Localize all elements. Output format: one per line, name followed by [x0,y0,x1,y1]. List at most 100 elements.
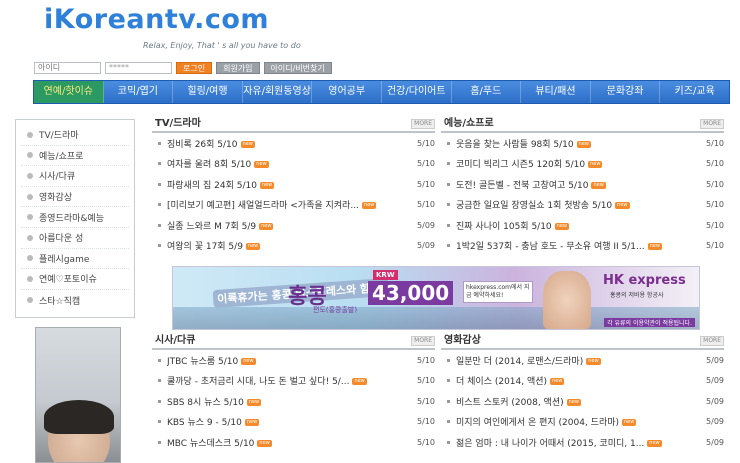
username-input[interactable] [34,61,101,74]
item-title[interactable]: 더 체이스 (2014, 액션) [456,377,547,387]
sidebar-item-tv[interactable]: TV/드라마 [21,125,129,146]
sidebar-item-ended[interactable]: 종영드라마&예능 [21,207,129,228]
item-title[interactable]: MBC 뉴스데스크 5/10 [167,439,254,449]
list-item[interactable]: 미지의 여인에게서 온 편지 (2004, 드라마) new 5/09 [441,412,724,433]
section-title[interactable]: 영화감상 [441,331,481,346]
item-title[interactable]: [미리보기 예고편] 새얼얼드라마 <가족을 지켜라... [167,201,359,211]
find-account-button[interactable]: 아이디/비번찾기 [263,61,332,74]
list-item[interactable]: 젊은 엄마 : 내 나이가 어때서 (2015, 코미디, 1... new 5/0… [441,432,724,453]
item-date: 5/10 [417,355,435,365]
bullet-icon [158,203,161,207]
ad-banner[interactable]: 이륙휴가는 홍콩 익스프레스와 함께! 홍콩 편도(홍콩출발) KRW 43,0… [172,266,700,330]
bullet-icon [447,162,450,166]
item-title[interactable]: 궁금한 일요일 장영실쇼 1회 첫방송 5/10 [456,201,612,211]
nav-item-comic[interactable]: 코믹/엽기 [104,81,174,103]
item-date: 5/10 [417,200,435,210]
bullet-icon [158,379,161,383]
sidebar-item-movie[interactable]: 영화감상 [21,187,129,208]
item-title[interactable]: 웃음을 찾는 사람들 98회 5/10 [456,140,574,150]
item-date: 5/10 [417,417,435,427]
login-button[interactable]: 로그인 [176,61,213,74]
item-title[interactable]: 젊은 엄마 : 내 나이가 어때서 (2015, 코미디, 1... [456,439,644,449]
list-item[interactable]: 실종 느와르 M 7회 5/9 new 5/09 [152,215,435,236]
item-title[interactable]: 쿨까당 - 초저금리 시대, 나도 돈 벌고 싶다! 5/... [167,377,349,387]
list-item[interactable]: SBS 8시 뉴스 5/10 new 5/10 [152,391,435,412]
list-item[interactable]: 쿨까당 - 초저금리 시대, 나도 돈 벌고 싶다! 5/... new 5/10 [152,371,435,392]
site-logo[interactable]: iKoreantv.com [44,4,269,35]
nav-item-culture[interactable]: 문화강좌 [591,81,661,103]
item-date: 5/10 [706,200,724,210]
list-item[interactable]: 진짜 사나이 105회 5/10 new 5/10 [441,215,724,236]
list-item[interactable]: MBC 뉴스데스크 5/10 new 5/10 [152,432,435,453]
item-title[interactable]: SBS 8시 뉴스 5/10 [167,398,244,408]
new-badge-icon: new [591,181,606,189]
sidebar-item-variety[interactable]: 예능/쇼프로 [21,146,129,167]
item-date: 5/10 [706,220,724,230]
profile-photo[interactable] [35,327,121,463]
list-item[interactable]: 궁금한 일요일 장영실쇼 1회 첫방송 5/10 new 5/10 [441,195,724,216]
bullet-icon [447,244,450,248]
banner-brand-sub: 홍콩의 저비용 항공사 [610,292,664,299]
nav-item-kids[interactable]: 키즈/교육 [660,81,729,103]
sidebar-item-label: 시사/다큐 [39,172,76,183]
item-title[interactable]: 실종 느와르 M 7회 5/9 [167,222,256,232]
list-item[interactable]: 징비록 26회 5/10 new 5/10 [152,133,435,154]
new-badge-icon: new [554,222,569,230]
item-title[interactable]: JTBC 뉴스룸 5/10 [167,357,238,367]
section-title[interactable]: 예능/쇼프로 [441,114,494,129]
nav-item-healing[interactable]: 힐링/여행 [173,81,243,103]
list-item[interactable]: [미리보기 예고편] 새얼얼드라마 <가족을 지켜라... new 5/10 [152,195,435,216]
item-title[interactable]: 미지의 여인에게서 온 편지 (2004, 드라마) [456,418,619,428]
sidebar-item-beautiful[interactable]: 아름다운 성 [21,228,129,249]
more-button[interactable]: MORE [700,336,724,346]
list-item[interactable]: 1박2일 537회 - 충남 호도 - 무소유 여행 II 5/1... new 5… [441,236,724,257]
nav-item-free-video[interactable]: 자유/회원동영상 [243,81,313,103]
list-item[interactable]: KBS 뉴스 9 - 5/10 new 5/10 [152,412,435,433]
section-title[interactable]: TV/드라마 [152,114,201,129]
item-date: 5/09 [706,396,724,406]
banner-brand-logo: HK express [603,273,686,288]
item-title[interactable]: 여자를 울려 8회 5/10 [167,160,251,170]
item-title[interactable]: 코미디 빅리그 시즌5 120회 5/10 [456,160,585,170]
list-item[interactable]: 파랑새의 집 24회 5/10 new 5/10 [152,174,435,195]
item-title[interactable]: 1박2일 537회 - 충남 호도 - 무소유 여행 II 5/1... [456,242,645,252]
list-item[interactable]: 도전! 골든벨 - 전북 고창여고 5/10 new 5/10 [441,174,724,195]
list-item[interactable]: JTBC 뉴스룸 5/10 new 5/10 [152,350,435,371]
section-title[interactable]: 시사/다큐 [152,331,195,346]
nav-item-health[interactable]: 건강/다이어트 [382,81,452,103]
list-item[interactable]: 웃음을 찾는 사람들 98회 5/10 new 5/10 [441,133,724,154]
item-title[interactable]: 징비록 26회 5/10 [167,140,238,150]
item-title[interactable]: 파랑새의 집 24회 5/10 [167,181,257,191]
list-item[interactable]: 일분만 더 (2014, 로맨스/드라마) new 5/09 [441,350,724,371]
bullet-icon [447,223,450,227]
list-item[interactable]: 여왕의 꽃 17회 5/9 new 5/09 [152,236,435,257]
item-title[interactable]: 여왕의 꽃 17회 5/9 [167,242,243,252]
list-item[interactable]: 여자를 울려 8회 5/10 new 5/10 [152,154,435,175]
list-item[interactable]: 코미디 빅리그 시즌5 120회 5/10 new 5/10 [441,154,724,175]
bullet-icon [447,182,450,186]
item-title[interactable]: KBS 뉴스 9 - 5/10 [167,418,242,428]
password-input[interactable] [105,61,172,74]
sidebar-item-star-cam[interactable]: 스타☆직캠 [21,290,129,311]
sidebar-item-docu[interactable]: 시사/다큐 [21,166,129,187]
more-button[interactable]: MORE [700,119,724,129]
item-title[interactable]: 일분만 더 (2014, 로맨스/드라마) [456,357,583,367]
item-title[interactable]: 도전! 골든벨 - 전북 고창여고 5/10 [456,181,588,191]
list-item[interactable]: 비스트 스토커 (2008, 액션) new 5/09 [441,391,724,412]
nav-item-english[interactable]: 영어공부 [312,81,382,103]
nav-item-home-food[interactable]: 홈/푸드 [452,81,522,103]
sidebar-item-label: 종영드라마&예능 [39,213,104,224]
sidebar-item-photo-issue[interactable]: 연예♡포토이슈 [21,269,129,290]
item-title[interactable]: 비스트 스토커 (2008, 액션) [456,398,564,408]
nav-item-beauty[interactable]: 뷰티/패션 [521,81,591,103]
new-badge-icon: new [622,419,637,427]
list-item[interactable]: 더 체이스 (2014, 액션) new 5/09 [441,371,724,392]
more-button[interactable]: MORE [411,119,435,129]
item-title[interactable]: 진짜 사나이 105회 5/10 [456,222,552,232]
nav-item-entertainment[interactable]: 연예/핫이슈 [34,81,104,103]
sidebar-item-flash-game[interactable]: 플레시game [21,249,129,270]
more-button[interactable]: MORE [411,336,435,346]
bullet-icon [158,141,161,145]
signup-button[interactable]: 회원가입 [216,61,260,74]
section-movie: 영화감상 MORE 일분만 더 (2014, 로맨스/드라마) new 5/09 더… [441,334,724,453]
